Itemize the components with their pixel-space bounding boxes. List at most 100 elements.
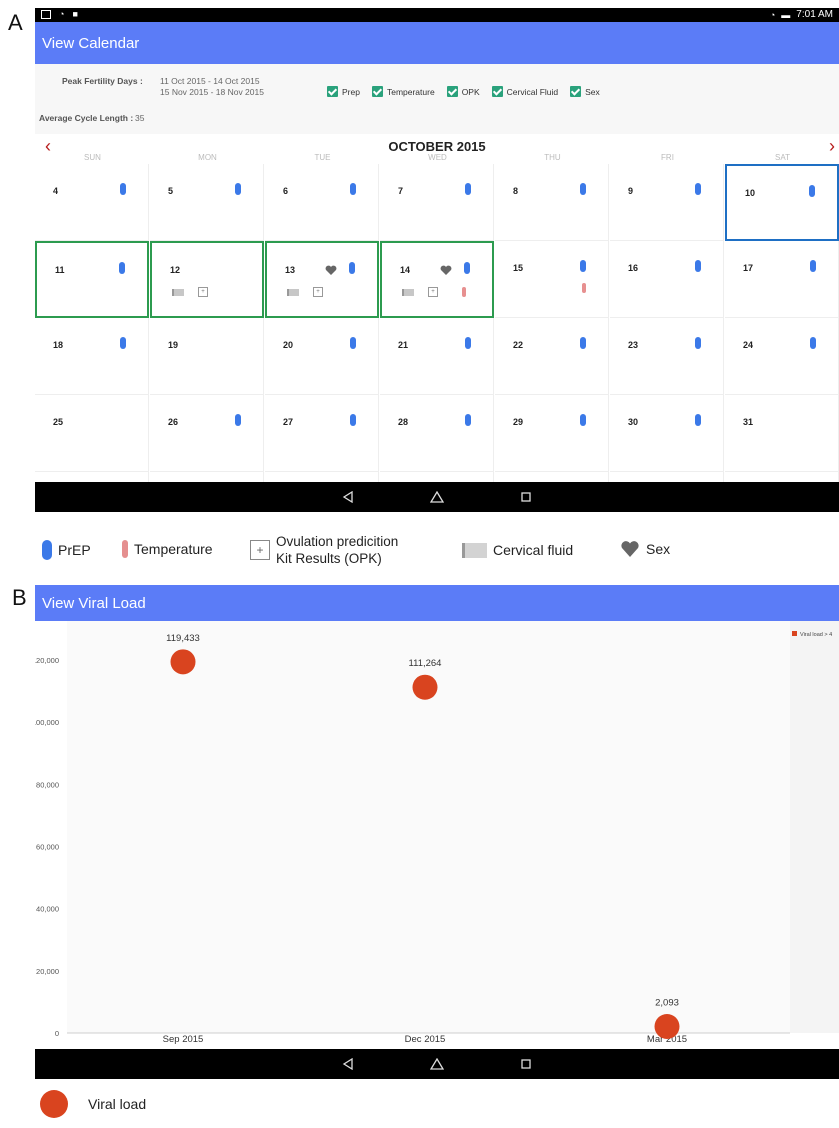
calendar-day-21[interactable]: 21 bbox=[380, 318, 494, 395]
home-icon[interactable] bbox=[430, 1058, 444, 1070]
calendar-day-19[interactable]: 19 bbox=[150, 318, 264, 395]
day-number: 17 bbox=[743, 263, 754, 273]
peak-range-2: 15 Nov 2015 - 18 Nov 2015 bbox=[160, 87, 264, 97]
calendar-day-9[interactable]: 9 bbox=[610, 164, 724, 241]
cervical-fluid-icon bbox=[172, 288, 184, 296]
filter-cervical-fluid[interactable]: Cervical Fluid bbox=[491, 86, 558, 97]
weekday-fri: FRI bbox=[661, 153, 674, 162]
calendar-day-10[interactable]: 10 bbox=[725, 164, 839, 241]
day-number: 13 bbox=[285, 265, 296, 275]
calendar-day-27[interactable]: 27 bbox=[265, 395, 379, 472]
calendar-day-24[interactable]: 24 bbox=[725, 318, 839, 395]
day-number: 30 bbox=[628, 417, 639, 427]
thermometer-icon bbox=[462, 287, 466, 297]
filter-sex[interactable]: Sex bbox=[570, 86, 600, 97]
back-icon[interactable] bbox=[342, 1058, 354, 1070]
legend-opk-line1: Ovulation predicition bbox=[276, 534, 399, 549]
checkbox-checked-icon[interactable] bbox=[491, 86, 503, 97]
legend-viral-load: Viral load bbox=[88, 1096, 147, 1112]
back-icon[interactable] bbox=[342, 491, 354, 503]
pill-icon bbox=[580, 337, 586, 349]
day-number: 29 bbox=[513, 417, 524, 427]
weekday-mon: MON bbox=[198, 153, 217, 162]
day-number: 5 bbox=[168, 186, 174, 196]
calendar-app-bar: View Calendar bbox=[35, 22, 839, 64]
peak-range-1: 11 Oct 2015 - 14 Oct 2015 bbox=[160, 76, 260, 86]
calendar-day-15[interactable]: 15 bbox=[495, 241, 609, 318]
day-number: 27 bbox=[283, 417, 294, 427]
data-point bbox=[412, 674, 438, 700]
calendar-day-5[interactable]: 5 bbox=[150, 164, 264, 241]
day-number: 8 bbox=[513, 186, 519, 196]
viral-load-chart: 0 20,000 40,000 60,000 80,000 100,000 120,000 S… bbox=[35, 621, 839, 1045]
day-number: 21 bbox=[398, 340, 409, 350]
weekday-sat: SAT bbox=[775, 153, 790, 162]
day-number: 12 bbox=[170, 265, 181, 275]
calendar-screen: ◔ ■ ◔ ▬ 7:01 AM View Calendar Peak Ferti… bbox=[35, 8, 839, 514]
day-number: 22 bbox=[513, 340, 524, 350]
pill-icon bbox=[810, 260, 816, 272]
y-tick-label: 80,000 bbox=[36, 780, 59, 789]
calendar-day-31[interactable]: 31 bbox=[725, 395, 839, 472]
calendar-day-23[interactable]: 23 bbox=[610, 318, 724, 395]
calendar-day-28[interactable]: 28 bbox=[380, 395, 494, 472]
calendar-day-26[interactable]: 26 bbox=[150, 395, 264, 472]
calendar-day-8[interactable]: 8 bbox=[495, 164, 609, 241]
opk-test-icon: + bbox=[198, 287, 208, 297]
cervical-fluid-icon bbox=[402, 288, 414, 296]
calendar-day-29[interactable]: 29 bbox=[495, 395, 609, 472]
avg-cycle-label: Average Cycle Length : bbox=[39, 113, 134, 123]
calendar-day-13[interactable]: 13 + bbox=[265, 241, 379, 318]
home-icon[interactable] bbox=[430, 491, 444, 503]
calendar-legend: PrEP Temperature + Ovulation predicition… bbox=[40, 530, 839, 580]
filter-prep[interactable]: Prep bbox=[327, 86, 360, 97]
data-label: 2,093 bbox=[655, 997, 679, 1008]
day-number: 18 bbox=[53, 340, 64, 350]
checkbox-checked-icon[interactable] bbox=[371, 86, 383, 97]
checkbox-checked-icon[interactable] bbox=[327, 86, 338, 97]
pill-icon bbox=[350, 183, 356, 195]
panel-letter-b: B bbox=[12, 585, 27, 610]
filter-temperature[interactable]: Temperature bbox=[371, 86, 435, 97]
pill-icon bbox=[464, 262, 470, 274]
day-symptoms: + bbox=[402, 287, 466, 297]
pill-icon bbox=[580, 183, 586, 195]
calendar-day-6[interactable]: 6 bbox=[265, 164, 379, 241]
calendar-day-20[interactable]: 20 bbox=[265, 318, 379, 395]
calendar-day-11[interactable]: 11 bbox=[35, 241, 149, 318]
opk-test-icon: + bbox=[250, 540, 270, 560]
legend-cervical-fluid: Cervical fluid bbox=[462, 542, 573, 558]
calendar-day-30[interactable]: 30 bbox=[610, 395, 724, 472]
checkbox-checked-icon[interactable] bbox=[570, 86, 582, 97]
day-number: 4 bbox=[53, 186, 59, 196]
day-number: 15 bbox=[513, 263, 524, 273]
calendar-day-7[interactable]: 7 bbox=[380, 164, 494, 241]
data-point bbox=[170, 649, 196, 675]
calendar-day-12[interactable]: 12 + bbox=[150, 241, 264, 318]
y-tick-label: 120,000 bbox=[35, 656, 59, 665]
filter-opk[interactable]: OPK bbox=[446, 86, 480, 97]
opk-test-icon: + bbox=[428, 287, 438, 297]
weekday-sun: SUN bbox=[84, 153, 101, 162]
recents-icon[interactable] bbox=[520, 1058, 532, 1070]
pill-icon bbox=[809, 185, 815, 197]
calendar-day-14[interactable]: 14 + bbox=[380, 241, 494, 318]
cycle-info: Peak Fertility Days : 11 Oct 2015 - 14 O… bbox=[35, 64, 839, 134]
pill-icon bbox=[695, 414, 701, 426]
calendar-day-17[interactable]: 17 bbox=[725, 241, 839, 318]
calendar-day-25[interactable]: 25 bbox=[35, 395, 149, 472]
day-symptoms: + bbox=[287, 287, 323, 297]
calendar-day-4[interactable]: 4 bbox=[35, 164, 149, 241]
recents-icon[interactable] bbox=[520, 491, 532, 503]
y-tick-label: 0 bbox=[55, 1029, 59, 1038]
calendar-day-16[interactable]: 16 bbox=[610, 241, 724, 318]
legend-background bbox=[790, 621, 839, 1033]
pill-icon bbox=[235, 183, 241, 195]
day-number: 7 bbox=[398, 186, 404, 196]
heart-icon bbox=[621, 541, 639, 557]
pill-icon bbox=[580, 414, 586, 426]
calendar-day-22[interactable]: 22 bbox=[495, 318, 609, 395]
checkbox-checked-icon[interactable] bbox=[446, 86, 458, 97]
nav-bar bbox=[35, 482, 839, 512]
calendar-day-18[interactable]: 18 bbox=[35, 318, 149, 395]
